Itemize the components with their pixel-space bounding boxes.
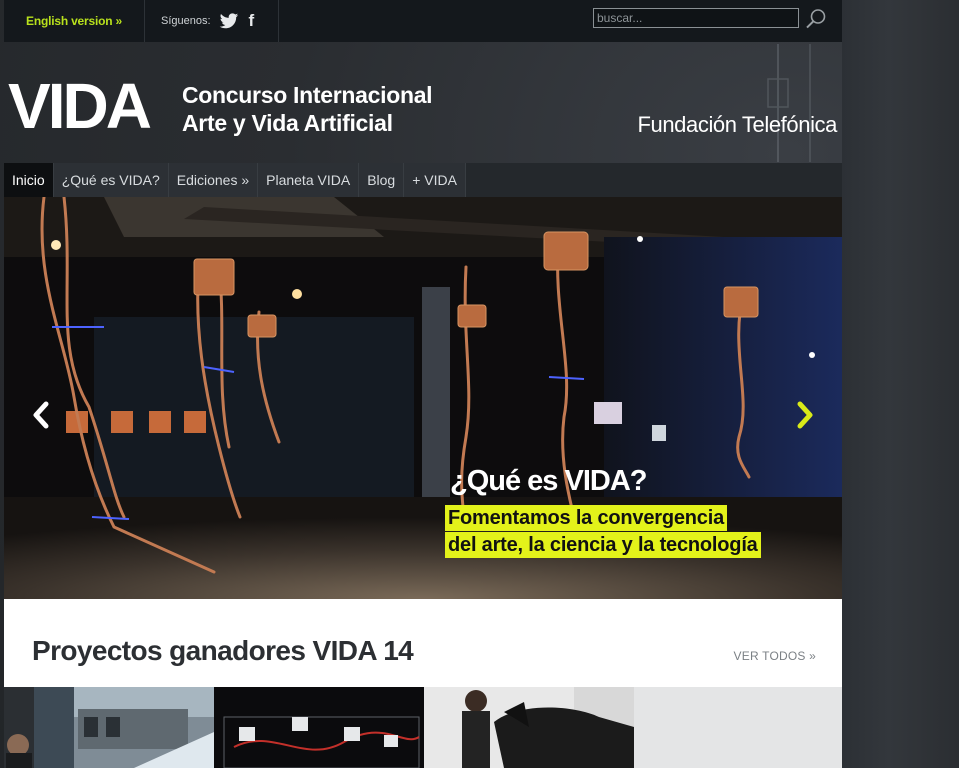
hero-caption-line-2: del arte, la ciencia y la tecnología (445, 532, 761, 558)
hero-caption-line-1: Fomentamos la convergencia (445, 505, 728, 531)
search-input[interactable] (593, 8, 799, 28)
foundation-logo[interactable]: Fundación Telefónica (637, 112, 837, 138)
nav-item-inicio[interactable]: Inicio (4, 163, 54, 197)
project-thumbnail-4[interactable] (424, 687, 634, 768)
project-thumbnail-2[interactable] (74, 687, 214, 768)
follow-label: Síguenos: (161, 15, 211, 27)
facebook-icon[interactable]: f (249, 11, 255, 31)
search-icon[interactable] (805, 8, 827, 30)
nav-item-mas-vida[interactable]: + VIDA (404, 163, 466, 197)
twitter-icon[interactable] (219, 12, 239, 30)
project-thumbnail-1[interactable] (4, 687, 74, 768)
site-tagline: Concurso Internacional Arte y Vida Artif… (182, 81, 433, 137)
hero-caption-title[interactable]: ¿Qué es VIDA? (450, 462, 647, 500)
page-side-background (842, 0, 959, 768)
tagline-line-2: Arte y Vida Artificial (182, 110, 393, 136)
nav-item-que-es-vida[interactable]: ¿Qué es VIDA? (53, 163, 169, 197)
chevron-right-icon[interactable] (792, 398, 818, 432)
nav-item-planeta-vida[interactable]: Planeta VIDA (258, 163, 360, 197)
see-all-link[interactable]: VER TODOS » (734, 649, 816, 663)
project-thumbnail-3[interactable] (214, 687, 424, 768)
site-logo[interactable]: VIDA (8, 70, 152, 142)
english-version-link[interactable]: English version » (4, 0, 145, 42)
winners-section-header: Proyectos ganadores VIDA 14 VER TODOS » (4, 599, 842, 687)
nav-item-blog[interactable]: Blog (359, 163, 405, 197)
tagline-line-1: Concurso Internacional (182, 82, 433, 108)
main-nav: Inicio ¿Qué es VIDA? Ediciones » Planeta… (4, 163, 842, 197)
project-thumbnail-placeholder (634, 687, 842, 768)
social-follow: Síguenos: f (145, 0, 279, 42)
section-title: Proyectos ganadores VIDA 14 (32, 635, 414, 666)
nav-item-ediciones[interactable]: Ediciones » (168, 163, 259, 197)
background-rig-graphic (767, 44, 811, 162)
chevron-left-icon[interactable] (28, 398, 54, 432)
projects-thumbnail-row (4, 687, 842, 768)
top-bar: English version » Síguenos: f (4, 0, 842, 42)
